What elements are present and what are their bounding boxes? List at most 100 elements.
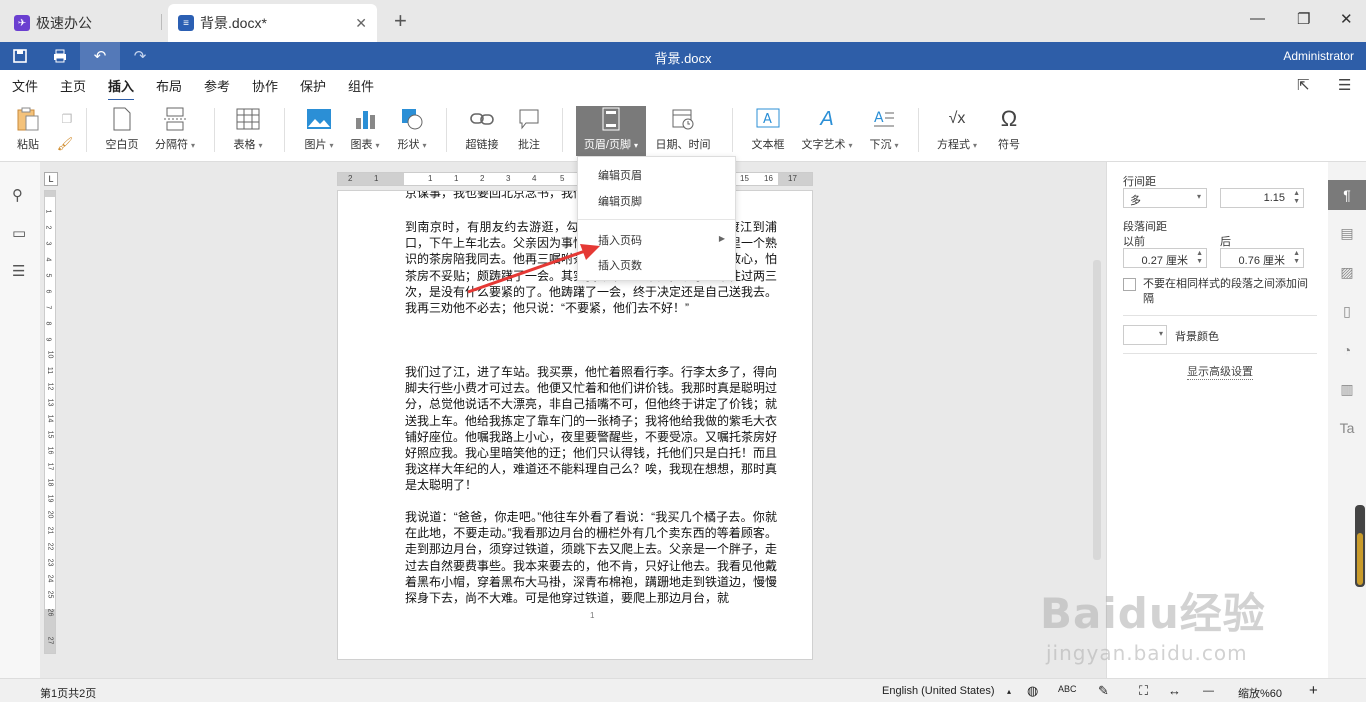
chart-button[interactable]: 图表 ▾ bbox=[345, 106, 385, 152]
paragraph[interactable]: 我说道：“爸爸，你走吧。”他往车外看了看说：“我买几个橘子去。你就在此地，不要走… bbox=[405, 509, 777, 606]
link-icon bbox=[469, 106, 495, 132]
symbol-label: 符号 bbox=[998, 139, 1020, 151]
header-footer-label: 页眉/页脚 bbox=[583, 139, 631, 151]
menu-item-edit-footer[interactable]: 编辑页脚 bbox=[598, 193, 642, 209]
comment-label: 批注 bbox=[518, 139, 540, 151]
menu-plugins[interactable]: 组件 bbox=[348, 76, 374, 95]
chart-settings-icon[interactable]: ▥ bbox=[1328, 374, 1366, 404]
datetime-button[interactable]: 日期、时间 bbox=[652, 106, 714, 152]
navigation-icon[interactable]: ☰ bbox=[12, 262, 25, 280]
image-settings-icon[interactable]: ▨ bbox=[1328, 257, 1366, 287]
table-button[interactable]: 表格 ▾ bbox=[228, 106, 268, 152]
close-window-button[interactable]: ✕ bbox=[1340, 10, 1353, 28]
tab-stop-selector[interactable]: L bbox=[44, 172, 58, 186]
menu-protect[interactable]: 保护 bbox=[300, 76, 326, 95]
line-spacing-value-input[interactable]: 1.15 ▲ ▼ bbox=[1220, 188, 1304, 208]
menu-insert[interactable]: 插入 bbox=[108, 76, 135, 101]
copy-button[interactable]: ❐ bbox=[54, 106, 74, 136]
zoom-out-button[interactable]: — bbox=[1203, 685, 1214, 697]
after-label: 后 bbox=[1220, 236, 1231, 248]
panel-divider bbox=[1123, 353, 1317, 354]
tab-document-label: 背景.docx* bbox=[200, 15, 267, 31]
textbox-button[interactable]: A 文本框 bbox=[748, 106, 788, 152]
paragraph-settings-icon[interactable]: ¶ bbox=[1328, 180, 1366, 210]
separator-button[interactable]: 分隔符 ▾ bbox=[150, 106, 200, 152]
open-location-icon[interactable]: ⇱ bbox=[1297, 76, 1310, 94]
ruler-number: 11 bbox=[46, 366, 54, 375]
close-tab-icon[interactable]: ✕ bbox=[355, 15, 367, 32]
paragraph[interactable]: 我们过了江，进了车站。我买票，他忙着照看行李。行李太多了，得向脚夫行些小费才可过… bbox=[405, 364, 777, 494]
comments-icon[interactable]: ▭ bbox=[12, 224, 26, 242]
zoom-level[interactable]: 缩放%60 bbox=[1238, 685, 1282, 701]
globe-icon[interactable]: ◍ bbox=[1027, 683, 1038, 699]
vertical-ruler[interactable]: 1 2 3 4 5 6 7 8 9 10 11 12 13 14 15 16 1… bbox=[44, 190, 56, 654]
shape-settings-icon[interactable]: ◔ bbox=[1328, 335, 1366, 365]
blank-page-button[interactable]: 空白页 bbox=[100, 106, 144, 152]
svg-text:A: A bbox=[874, 110, 884, 126]
text-art-settings-icon[interactable]: Ta bbox=[1328, 413, 1366, 443]
table-settings-icon[interactable]: ▤ bbox=[1328, 218, 1366, 248]
restore-button[interactable]: ❐ bbox=[1297, 10, 1310, 28]
menu-file[interactable]: 文件 bbox=[12, 76, 38, 95]
dropcap-label: 下沉 bbox=[869, 139, 892, 151]
hyperlink-button[interactable]: 超链接 bbox=[462, 106, 502, 152]
menu-layout[interactable]: 布局 bbox=[156, 76, 182, 95]
ruler-number: 5 bbox=[44, 273, 52, 278]
ruler-number: 10 bbox=[46, 350, 54, 359]
panel-divider bbox=[1123, 315, 1317, 316]
comment-icon bbox=[516, 106, 542, 132]
horizontal-ruler[interactable]: 2 1 1 1 2 3 4 5 6 7 15 16 17 bbox=[337, 172, 813, 186]
spinner-icon[interactable]: ▲ ▼ bbox=[1293, 250, 1300, 266]
spellcheck-icon[interactable]: ABC bbox=[1058, 684, 1077, 694]
line-spacing-mode-select[interactable]: 多 ▾ bbox=[1123, 188, 1207, 208]
comment-button[interactable]: 批注 bbox=[512, 106, 546, 152]
no-space-checkbox[interactable] bbox=[1123, 278, 1136, 291]
format-painter-button[interactable]: 🖌 bbox=[52, 136, 74, 156]
ruler-number: 13 bbox=[46, 398, 54, 407]
tab-document[interactable]: ≡ 背景.docx* ✕ bbox=[168, 4, 377, 42]
ruler-number: 19 bbox=[46, 494, 54, 503]
ruler-number: 12 bbox=[46, 382, 54, 391]
background-color-picker[interactable]: ▾ bbox=[1123, 325, 1167, 345]
ruler-number: 16 bbox=[46, 446, 54, 455]
search-icon[interactable]: ⚲ bbox=[12, 186, 23, 204]
menu-collaborate[interactable]: 协作 bbox=[252, 76, 278, 95]
title-bar: ↶ ↷ 背景.docx Administrator bbox=[0, 42, 1366, 70]
wordart-button[interactable]: A 文字艺术 ▾ bbox=[798, 106, 856, 152]
symbol-button[interactable]: Ω 符号 bbox=[992, 106, 1026, 152]
paste-label: 粘贴 bbox=[17, 139, 39, 151]
spacing-after-input[interactable]: 0.76 厘米 ▲ ▼ bbox=[1220, 248, 1304, 268]
paste-button[interactable]: 粘贴 bbox=[10, 106, 46, 152]
menu-item-edit-header[interactable]: 编辑页眉 bbox=[598, 167, 642, 183]
spinner-icon[interactable]: ▲ ▼ bbox=[1293, 190, 1300, 206]
header-footer-button[interactable]: 页眉/页脚 ▾ bbox=[576, 106, 646, 156]
spinner-icon[interactable]: ▲ ▼ bbox=[1196, 250, 1203, 266]
new-tab-button[interactable]: + bbox=[394, 8, 407, 34]
ruler-number: 15 bbox=[46, 430, 54, 439]
side-slider[interactable] bbox=[1355, 505, 1365, 587]
scrollbar-thumb[interactable] bbox=[1093, 260, 1101, 560]
spacing-before-input[interactable]: 0.27 厘米 ▲ ▼ bbox=[1123, 248, 1207, 268]
menu-home[interactable]: 主页 bbox=[60, 76, 86, 95]
show-advanced-settings-link[interactable]: 显示高级设置 bbox=[1187, 363, 1253, 380]
track-changes-icon[interactable]: ✎ bbox=[1098, 683, 1109, 699]
ruler-number: 23 bbox=[46, 558, 54, 567]
dropcap-button[interactable]: A 下沉 ▾ bbox=[864, 106, 904, 152]
blank-page-label: 空白页 bbox=[105, 139, 139, 151]
tab-home[interactable]: ✈ 极速办公 bbox=[4, 4, 160, 42]
fit-page-icon[interactable]: ⛶ bbox=[1139, 683, 1148, 699]
minimize-button[interactable]: — bbox=[1250, 10, 1265, 27]
fit-width-icon[interactable]: ↔ bbox=[1168, 683, 1181, 698]
zoom-in-button[interactable]: + bbox=[1309, 682, 1318, 699]
ruler-number: 6 bbox=[44, 289, 52, 294]
menu-references[interactable]: 参考 bbox=[204, 76, 230, 95]
user-name[interactable]: Administrator bbox=[1283, 49, 1354, 63]
language-selector[interactable]: English (United States) bbox=[882, 685, 995, 697]
omega-icon: Ω bbox=[1000, 106, 1018, 131]
hamburger-menu-icon[interactable]: ☰ bbox=[1338, 76, 1351, 94]
ruler-number: 3 bbox=[506, 174, 511, 183]
picture-button[interactable]: 图片 ▾ bbox=[300, 106, 338, 152]
shape-button[interactable]: 形状 ▾ bbox=[392, 106, 432, 152]
equation-button[interactable]: √x 方程式 ▾ bbox=[934, 106, 980, 152]
header-footer-settings-icon[interactable]: ▯ bbox=[1328, 296, 1366, 326]
